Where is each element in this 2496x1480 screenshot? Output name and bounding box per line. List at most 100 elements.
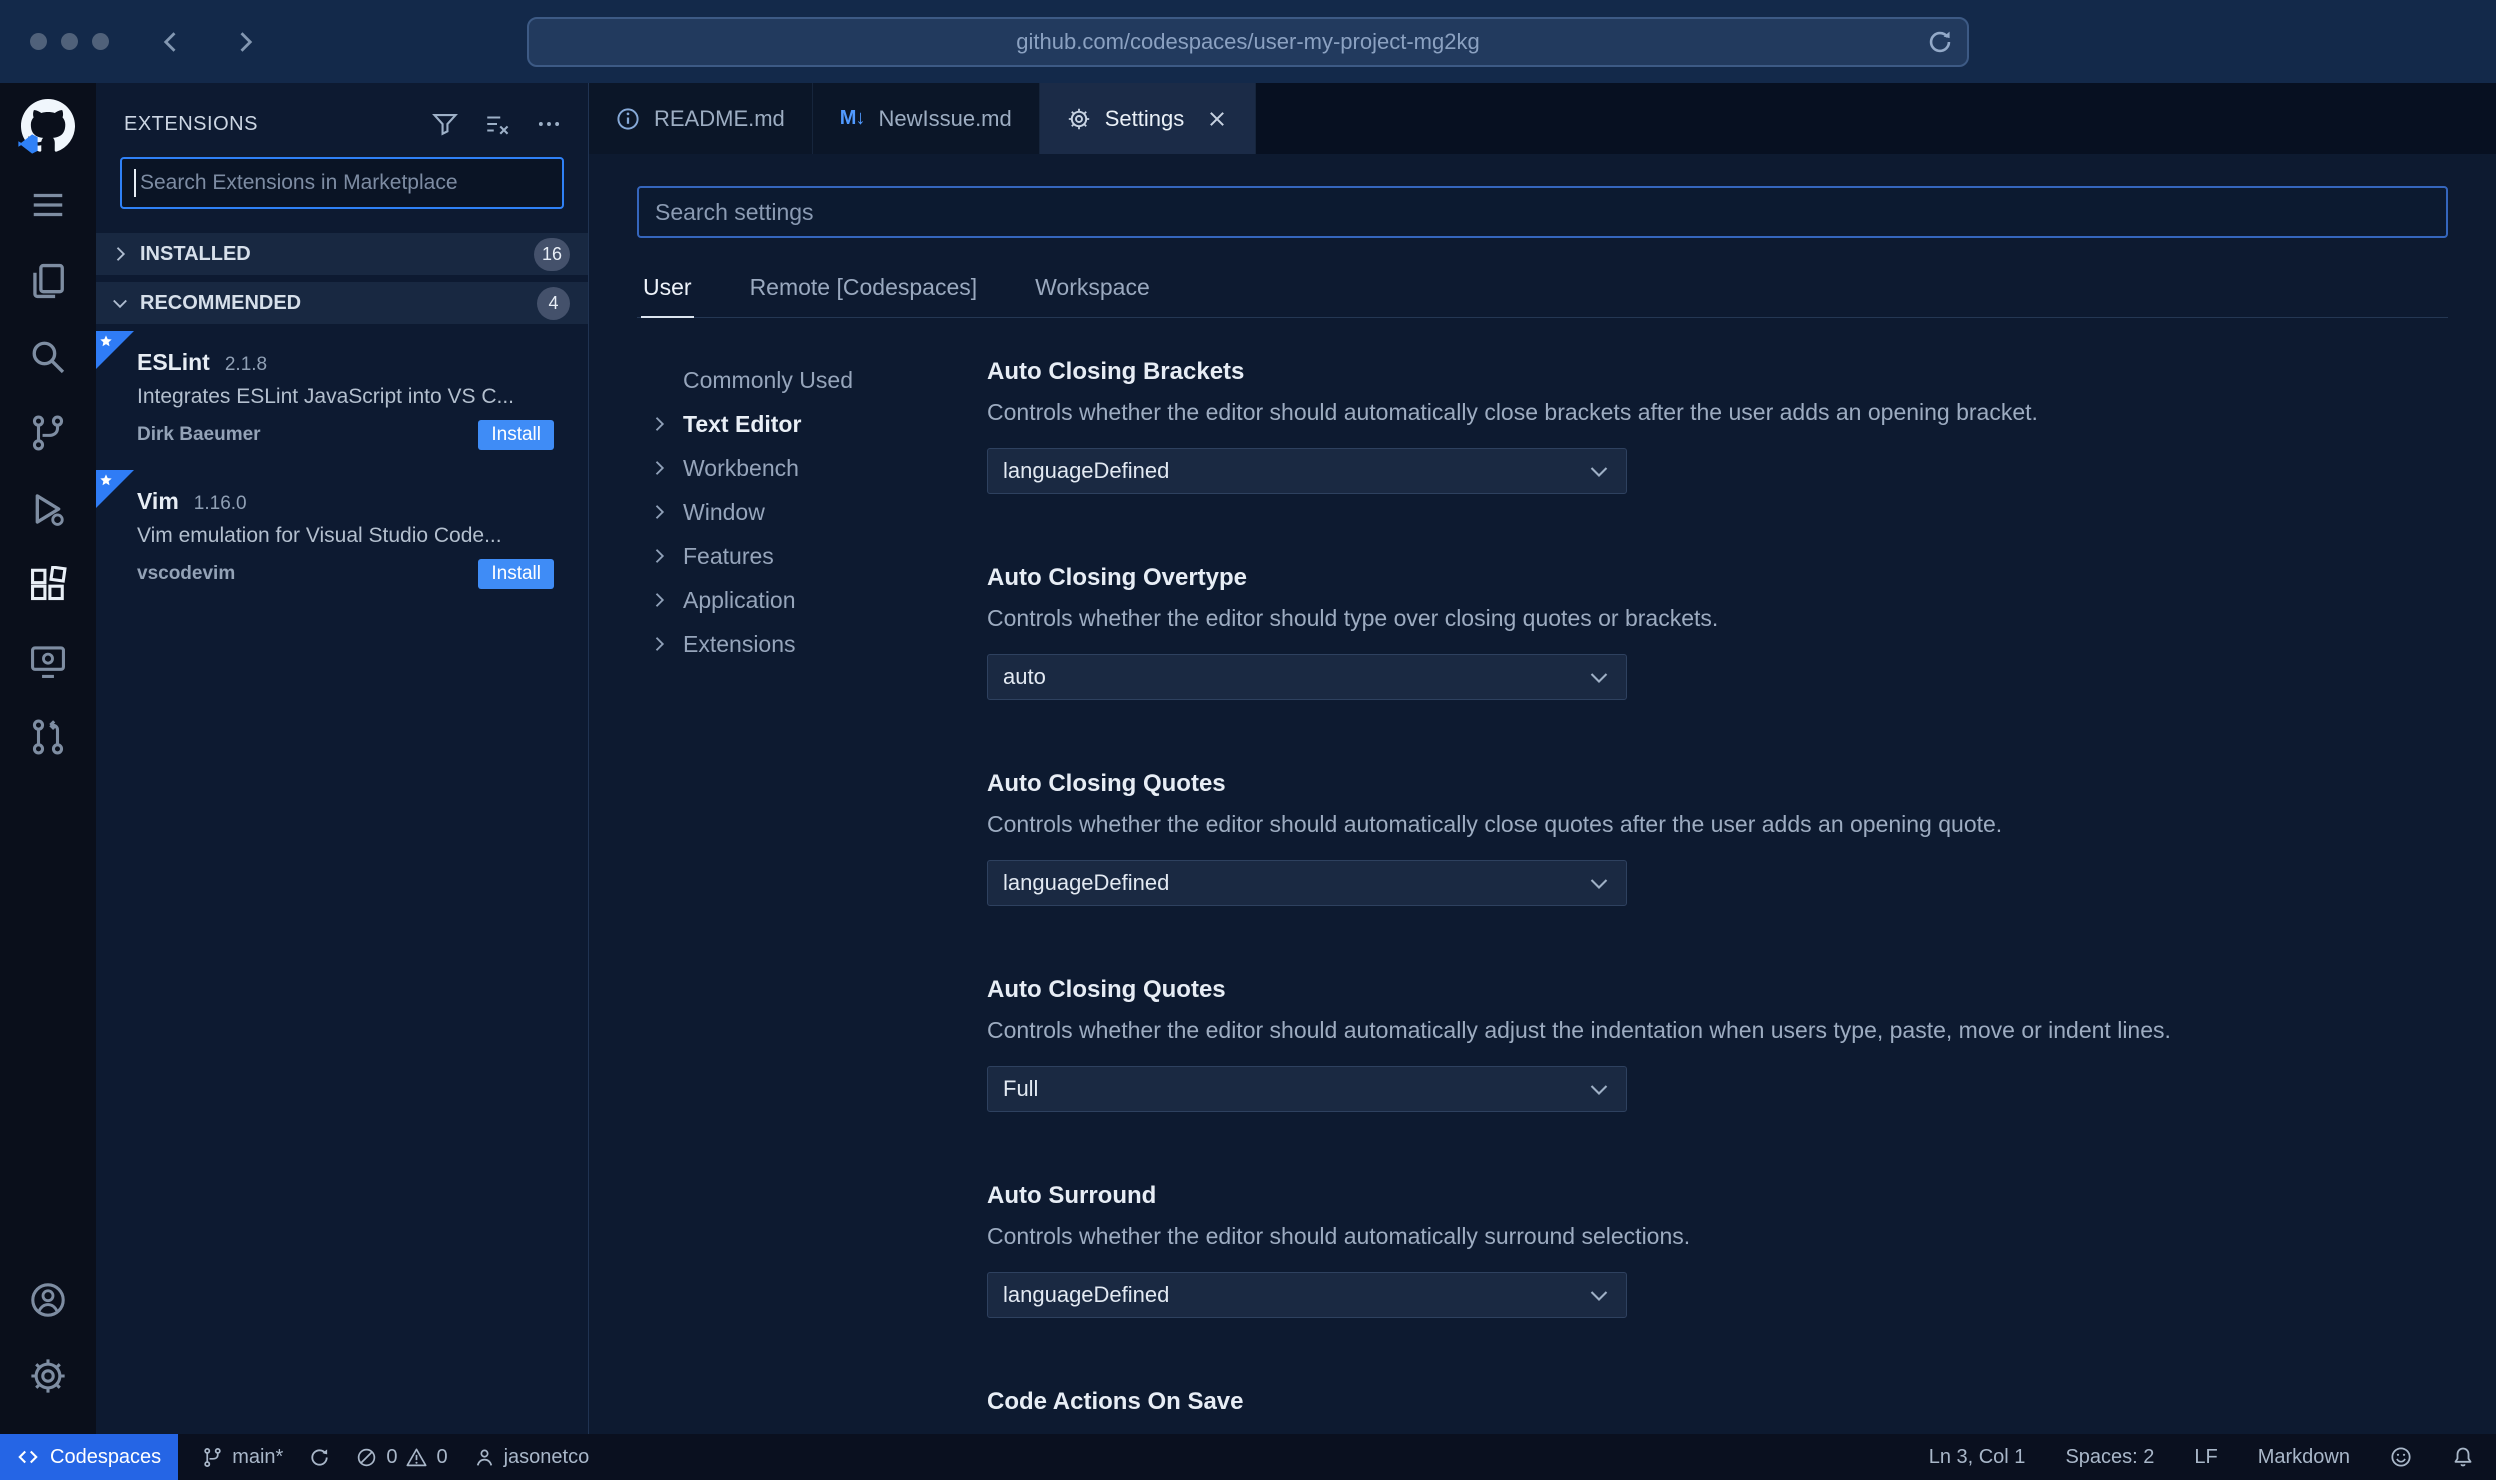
install-button[interactable]: Install xyxy=(478,559,554,589)
toc-item-workbench[interactable]: Workbench xyxy=(637,446,987,490)
markdown-icon: M↓ xyxy=(839,107,866,129)
feedback-icon[interactable] xyxy=(2390,1446,2412,1468)
extensions-search-placeholder: Search Extensions in Marketplace xyxy=(140,171,458,194)
url-text: github.com/codespaces/user-my-project-mg… xyxy=(1016,28,1480,54)
install-button[interactable]: Install xyxy=(478,420,554,450)
extension-item-eslint[interactable]: ESLint 2.1.8 Integrates ESLint JavaScrip… xyxy=(96,331,588,470)
search-icon[interactable] xyxy=(0,319,96,395)
toc-item-text-editor[interactable]: Text Editor xyxy=(637,402,987,446)
tab-bar: README.md M↓ NewIssue.md Settings xyxy=(589,83,2496,154)
error-icon xyxy=(356,1447,377,1468)
cursor-position[interactable]: Ln 3, Col 1 xyxy=(1929,1446,2026,1469)
setting-dropdown[interactable]: Full xyxy=(987,1066,1627,1112)
section-recommended[interactable]: RECOMMENDED 4 xyxy=(96,282,588,324)
back-icon[interactable] xyxy=(157,28,185,56)
explorer-icon[interactable] xyxy=(0,243,96,319)
setting-description: Controls whether the editor should autom… xyxy=(987,811,2003,837)
setting-title: Code Actions On Save xyxy=(987,1388,1244,1415)
filter-icon[interactable] xyxy=(432,111,458,137)
setting-dropdown[interactable]: languageDefined xyxy=(987,860,1627,906)
chevron-down-icon xyxy=(1587,459,1611,483)
setting-item: Code Actions On Save xyxy=(987,1388,2448,1416)
pull-request-icon[interactable] xyxy=(0,699,96,775)
close-icon[interactable] xyxy=(1206,108,1228,130)
setting-dropdown[interactable]: auto xyxy=(987,654,1627,700)
setting-dropdown[interactable]: languageDefined xyxy=(987,448,1627,494)
extensions-search-input[interactable]: Search Extensions in Marketplace xyxy=(120,157,564,209)
extension-version: 2.1.8 xyxy=(224,354,268,375)
section-badge: 4 xyxy=(537,286,570,320)
activity-bar xyxy=(0,83,96,1434)
extensions-icon[interactable] xyxy=(0,547,96,623)
dropdown-value: auto xyxy=(1003,664,1046,689)
setting-title: Auto Surround xyxy=(987,1182,1157,1209)
user-indicator[interactable]: jasonetco xyxy=(474,1446,589,1469)
person-icon xyxy=(474,1447,495,1468)
toc-item-features[interactable]: Features xyxy=(637,534,987,578)
scope-tab-workspace[interactable]: Workspace xyxy=(1033,264,1152,317)
problems-indicator[interactable]: 0 0 xyxy=(356,1445,448,1469)
window-close-button[interactable] xyxy=(30,33,47,50)
settings-scope-tabs: User Remote [Codespaces] Workspace xyxy=(637,264,2448,318)
window-zoom-button[interactable] xyxy=(92,33,109,50)
toc-label: Workbench xyxy=(683,454,799,481)
section-label: INSTALLED xyxy=(140,242,251,265)
source-control-icon[interactable] xyxy=(0,395,96,471)
reload-icon[interactable] xyxy=(1927,29,1953,55)
sync-indicator[interactable] xyxy=(309,1447,330,1468)
chevron-down-icon xyxy=(1587,871,1611,895)
eol-indicator[interactable]: LF xyxy=(2194,1446,2217,1469)
vscode-workbench: EXTENSIONS Search Extensions in Marketpl… xyxy=(0,83,2496,1434)
tab-settings[interactable]: Settings xyxy=(1039,83,1257,154)
toc-item-application[interactable]: Application xyxy=(637,578,987,622)
remote-explorer-icon[interactable] xyxy=(0,623,96,699)
notifications-bell-icon[interactable] xyxy=(2452,1446,2474,1468)
editor-area: README.md M↓ NewIssue.md Settings User R… xyxy=(589,83,2496,1434)
branch-indicator[interactable]: main* xyxy=(202,1446,283,1469)
clear-search-icon[interactable] xyxy=(484,111,510,137)
settings-toc: Commonly Used Text Editor Workbench Wind… xyxy=(637,358,987,1434)
section-badge: 16 xyxy=(533,237,570,271)
window-minimize-button[interactable] xyxy=(61,33,78,50)
browser-chrome: github.com/codespaces/user-my-project-mg… xyxy=(0,0,2496,83)
more-actions-icon[interactable] xyxy=(536,111,562,137)
error-count: 0 xyxy=(386,1445,398,1468)
forward-icon[interactable] xyxy=(231,28,259,56)
toc-item-extensions[interactable]: Extensions xyxy=(637,622,987,666)
codespaces-remote-indicator[interactable]: Codespaces xyxy=(0,1434,179,1480)
menu-icon[interactable] xyxy=(0,167,96,243)
tab-label: Settings xyxy=(1104,105,1185,131)
tab-label: NewIssue.md xyxy=(878,105,1012,131)
language-mode[interactable]: Markdown xyxy=(2258,1446,2350,1469)
chevron-right-icon xyxy=(649,546,669,566)
github-codespaces-logo[interactable] xyxy=(18,99,75,154)
setting-item: Auto Closing Overtype Controls whether t… xyxy=(987,564,2448,700)
settings-search-input[interactable] xyxy=(637,186,2448,238)
scope-tab-remote[interactable]: Remote [Codespaces] xyxy=(748,264,980,317)
extension-item-vim[interactable]: Vim 1.16.0 Vim emulation for Visual Stud… xyxy=(96,470,588,609)
toc-item-commonly-used[interactable]: Commonly Used xyxy=(637,358,987,402)
chevron-down-icon xyxy=(1587,665,1611,689)
settings-gear-icon[interactable] xyxy=(0,1338,96,1414)
setting-dropdown[interactable]: languageDefined xyxy=(987,1272,1627,1318)
url-bar[interactable]: github.com/codespaces/user-my-project-mg… xyxy=(527,16,1969,67)
section-installed[interactable]: INSTALLED 16 xyxy=(96,233,588,275)
sync-icon xyxy=(309,1447,330,1468)
scope-tab-user[interactable]: User xyxy=(641,264,694,318)
chevron-right-icon xyxy=(110,244,130,264)
toc-item-window[interactable]: Window xyxy=(637,490,987,534)
setting-description: Controls whether the editor should autom… xyxy=(987,1223,1691,1249)
run-debug-icon[interactable] xyxy=(0,471,96,547)
tab-label: README.md xyxy=(654,105,785,131)
extension-description: Vim emulation for Visual Studio Code... xyxy=(137,524,502,547)
account-icon[interactable] xyxy=(0,1262,96,1338)
info-icon xyxy=(616,107,640,131)
tab-newissue[interactable]: M↓ NewIssue.md xyxy=(812,83,1040,154)
settings-list: Auto Closing Brackets Controls whether t… xyxy=(987,358,2448,1434)
tab-readme[interactable]: README.md xyxy=(589,83,813,154)
dropdown-value: languageDefined xyxy=(1003,870,1170,895)
vscode-logo-icon xyxy=(17,133,39,155)
text-caret xyxy=(134,169,136,197)
section-label: RECOMMENDED xyxy=(140,291,302,314)
indentation[interactable]: Spaces: 2 xyxy=(2065,1446,2154,1469)
